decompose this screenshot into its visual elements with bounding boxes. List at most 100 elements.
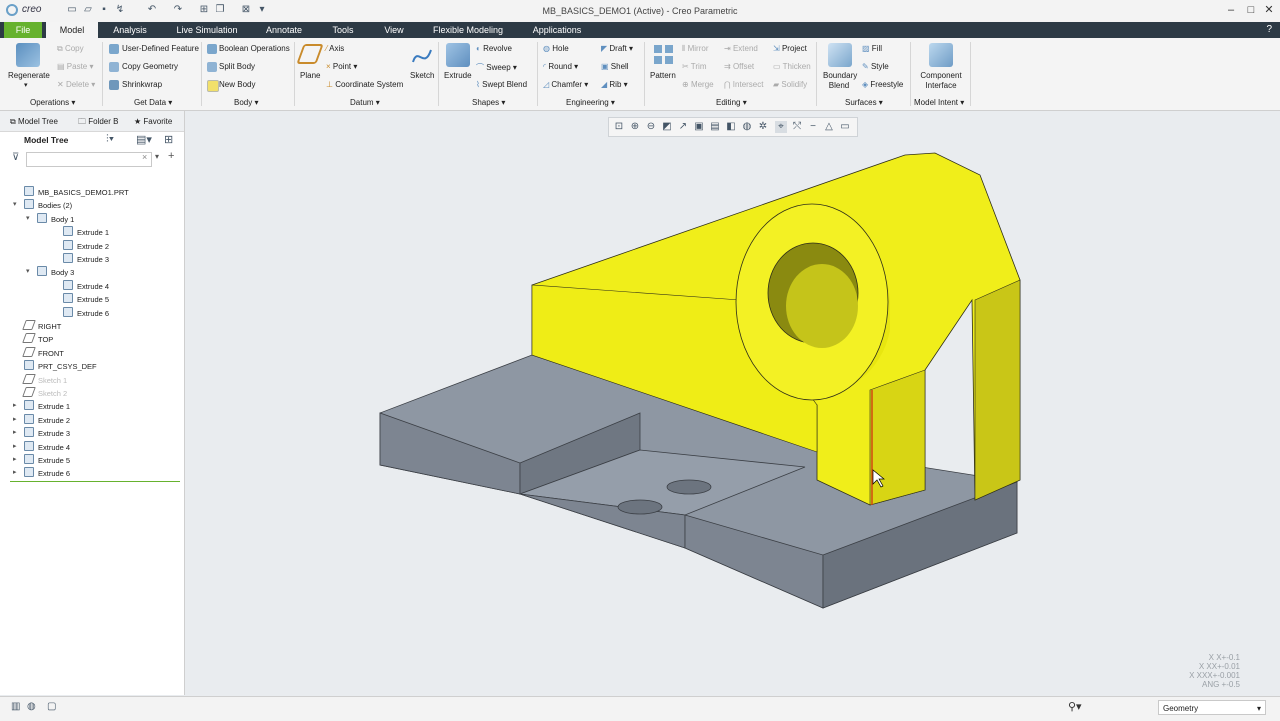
reorient-icon[interactable]: ↗ bbox=[677, 121, 689, 133]
saved-orientations-icon[interactable]: ▤ bbox=[709, 121, 721, 133]
paste-button[interactable]: ▤ Paste ▾ bbox=[57, 62, 94, 71]
tree-item[interactable]: Extrude 2 bbox=[63, 239, 109, 252]
selection-filter-select[interactable]: Geometry ▾ bbox=[1158, 700, 1266, 715]
swept-blend-button[interactable]: ⌇ Swept Blend bbox=[476, 80, 527, 89]
boolean-operations-button[interactable]: Boolean Operations bbox=[219, 44, 290, 53]
new-body-button[interactable]: New Body bbox=[219, 80, 255, 89]
clear-search-icon[interactable]: × bbox=[142, 152, 147, 162]
intersect-button[interactable]: ⋂ Intersect bbox=[724, 80, 763, 89]
spin-center-icon[interactable]: − bbox=[807, 121, 819, 133]
tree-item[interactable]: Extrude 5 bbox=[63, 293, 109, 305]
tab-flexible-modeling[interactable]: Flexible Modeling bbox=[424, 22, 512, 38]
regenerate-dropdown-icon[interactable]: ▾ bbox=[24, 81, 28, 89]
tab-applications[interactable]: Applications bbox=[524, 22, 590, 38]
rib-button[interactable]: ◢ Rib ▾ bbox=[601, 80, 628, 89]
fill-button[interactable]: ▨ Fill bbox=[862, 44, 882, 53]
search-dropdown-icon[interactable]: ▾ bbox=[155, 152, 159, 161]
tree-item[interactable]: RIGHT bbox=[22, 320, 61, 332]
tab-folder-browser[interactable]: 🗀 Folder B bbox=[78, 114, 118, 129]
part-model-3d[interactable] bbox=[185, 111, 1280, 695]
graphics-window[interactable] bbox=[185, 111, 1280, 695]
expand-icon[interactable]: ▸ bbox=[13, 415, 17, 423]
tree-item[interactable]: Body 1 bbox=[37, 212, 74, 225]
tab-tools[interactable]: Tools bbox=[322, 22, 364, 38]
trim-button[interactable]: ✂ Trim bbox=[682, 62, 706, 71]
shapes-group-label[interactable]: Shapes ▾ bbox=[472, 98, 505, 107]
perspective-icon[interactable]: ◍ bbox=[741, 121, 753, 133]
minimize-icon[interactable]: – bbox=[1224, 4, 1238, 16]
sweep-button[interactable]: ⌒ Sweep ▾ bbox=[476, 62, 517, 73]
tree-filters-icon[interactable]: ⫶▾ bbox=[106, 133, 114, 146]
expand-icon[interactable]: ▸ bbox=[13, 455, 17, 463]
boundary-blend-button[interactable]: Boundary Blend bbox=[823, 71, 857, 91]
collapse-icon[interactable]: ▾ bbox=[26, 214, 30, 222]
show-axes-icon[interactable]: △ bbox=[823, 121, 835, 133]
expand-icon[interactable]: ▸ bbox=[13, 442, 17, 450]
pattern-button[interactable]: Pattern bbox=[650, 71, 676, 80]
get-data-group-label[interactable]: Get Data ▾ bbox=[134, 98, 172, 107]
datum-group-label[interactable]: Datum ▾ bbox=[350, 98, 380, 107]
close-icon[interactable]: ✕ bbox=[1262, 4, 1276, 16]
toggle-navigator-icon[interactable]: ▥ bbox=[11, 701, 20, 712]
coordinate-system-button[interactable]: ⊥ Coordinate System bbox=[326, 80, 403, 89]
tab-live-simulation[interactable]: Live Simulation bbox=[170, 22, 244, 38]
split-body-button[interactable]: Split Body bbox=[219, 62, 255, 71]
zoom-out-icon[interactable]: ⊖ bbox=[645, 121, 657, 133]
regenerate-button[interactable]: Regenerate bbox=[8, 71, 50, 80]
zoom-in-icon[interactable]: ⊕ bbox=[629, 121, 641, 133]
point-button[interactable]: × Point ▾ bbox=[326, 62, 357, 71]
help-icon[interactable]: ? bbox=[1266, 24, 1272, 35]
tree-item[interactable]: Extrude 2 bbox=[24, 413, 70, 426]
tab-annotate[interactable]: Annotate bbox=[256, 22, 312, 38]
tree-item[interactable]: Sketch 2 bbox=[22, 387, 67, 399]
tree-item[interactable]: Extrude 4 bbox=[24, 440, 70, 453]
maximize-icon[interactable]: □ bbox=[1244, 4, 1258, 16]
expand-icon[interactable]: ▸ bbox=[13, 468, 17, 476]
tree-item[interactable]: Extrude 1 bbox=[63, 226, 109, 238]
copy-geometry-button[interactable]: Copy Geometry bbox=[122, 62, 178, 71]
engineering-group-label[interactable]: Engineering ▾ bbox=[566, 98, 615, 107]
settings-icon[interactable]: ▤▾ bbox=[136, 133, 152, 146]
plane-button[interactable]: Plane bbox=[300, 71, 320, 80]
tree-item[interactable]: FRONT bbox=[22, 346, 64, 359]
solidify-button[interactable]: ▰ Solidify bbox=[773, 80, 807, 89]
offset-button[interactable]: ⇉ Offset bbox=[724, 62, 754, 71]
display-style-icon[interactable]: ▣ bbox=[693, 121, 705, 133]
tree-item[interactable]: Bodies (2) bbox=[24, 199, 72, 211]
tree-item[interactable]: TOP bbox=[22, 333, 53, 345]
expand-icon[interactable]: ▸ bbox=[13, 401, 17, 409]
thicken-button[interactable]: ▭ Thicken bbox=[773, 62, 811, 71]
freestyle-button[interactable]: ◈ Freestyle bbox=[862, 80, 903, 89]
axis-button[interactable]: ⁄ Axis bbox=[326, 44, 344, 53]
view-manager-icon[interactable]: ◧ bbox=[725, 121, 737, 133]
annotation-display-icon[interactable]: ⤲ bbox=[791, 121, 803, 133]
surfaces-group-label[interactable]: Surfaces ▾ bbox=[845, 98, 883, 107]
hole-button[interactable]: ◍ Hole bbox=[543, 44, 569, 53]
revolve-button[interactable]: ◐ Revolve bbox=[476, 44, 512, 53]
style-button[interactable]: ✎ Style bbox=[862, 62, 889, 71]
project-button[interactable]: ⇲ Project bbox=[773, 44, 807, 53]
tree-item[interactable]: Extrude 3 bbox=[63, 253, 109, 265]
tree-item[interactable]: Extrude 3 bbox=[24, 427, 70, 439]
tab-analysis[interactable]: Analysis bbox=[104, 22, 156, 38]
tree-item[interactable]: MB_BASICS_DEMO1.PRT bbox=[24, 186, 129, 198]
tab-file[interactable]: File bbox=[4, 22, 42, 38]
tree-item[interactable]: Extrude 1 bbox=[24, 400, 70, 412]
datum-display-icon[interactable]: ⌖ bbox=[775, 121, 787, 133]
draft-button[interactable]: ◤ Draft ▾ bbox=[601, 44, 633, 53]
operations-group-label[interactable]: Operations ▾ bbox=[30, 98, 75, 107]
tree-item[interactable]: PRT_CSYS_DEF bbox=[24, 360, 97, 372]
tree-item[interactable]: Sketch 1 bbox=[22, 373, 67, 386]
annotations-icon[interactable]: ▭ bbox=[839, 121, 851, 133]
tree-item[interactable]: Extrude 6 bbox=[63, 306, 109, 319]
filter-icon[interactable]: ⊽ bbox=[12, 152, 19, 163]
expand-icon[interactable]: ▸ bbox=[13, 428, 17, 436]
extend-button[interactable]: ⇥ Extend bbox=[724, 44, 758, 53]
mirror-button[interactable]: ⫴ Mirror bbox=[682, 44, 708, 54]
tree-item[interactable]: Extrude 4 bbox=[63, 279, 109, 292]
browser-icon[interactable]: ◍ bbox=[27, 701, 36, 712]
find-icon[interactable]: ⚲▾ bbox=[1068, 700, 1082, 713]
tab-favorites[interactable]: ★ Favorite bbox=[134, 114, 172, 129]
sketch-button[interactable]: Sketch bbox=[410, 71, 434, 80]
tree-item[interactable]: Body 3 bbox=[37, 266, 74, 278]
